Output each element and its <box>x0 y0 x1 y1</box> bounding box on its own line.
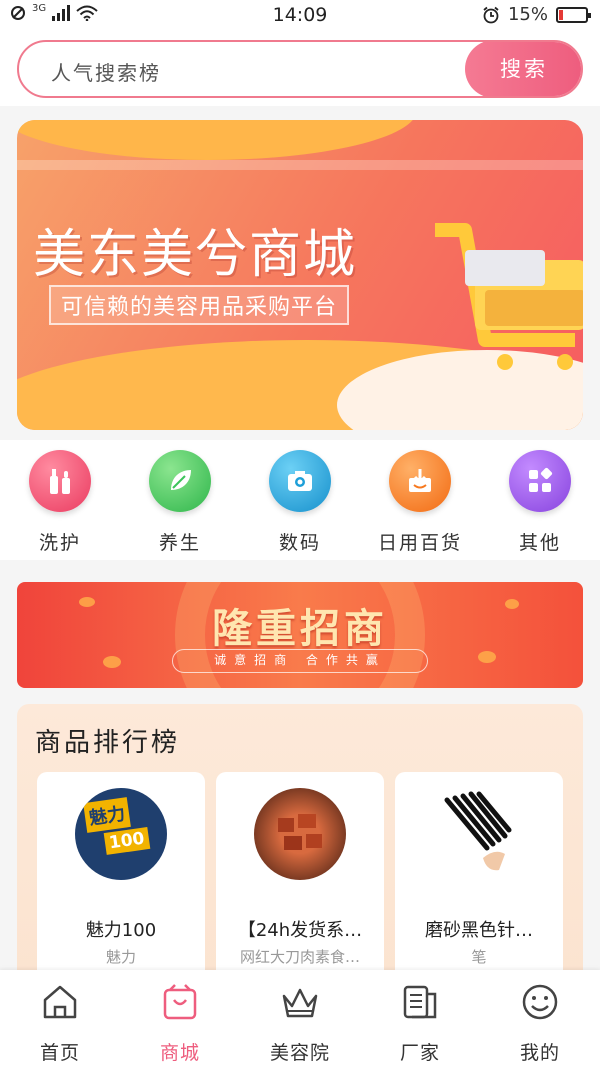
promo-subtitle: 诚意招商 合作共赢 <box>172 649 428 673</box>
banner-title: 美东美兮商城 <box>33 225 358 285</box>
banner-decoration <box>17 120 417 160</box>
banner-subtitle: 可信赖的美容用品采购平台 <box>49 285 350 325</box>
shopping-cart-icon <box>435 223 583 370</box>
product-thumbnail <box>254 788 346 880</box>
search-input[interactable]: 人气搜索榜 搜索 <box>17 40 583 98</box>
hero-banner[interactable]: 美东美兮商城 可信赖的美容用品采购平台 <box>17 120 583 430</box>
promo-banner[interactable]: 隆重招商 诚意招商 合作共赢 <box>17 582 583 688</box>
product-name: 磨砂黑色针… <box>425 920 533 941</box>
alarm-icon <box>483 6 499 23</box>
category-daily-goods[interactable]: 日用百货 <box>360 450 480 555</box>
home-icon <box>43 985 77 1019</box>
tab-label: 首页 <box>39 1042 80 1064</box>
bottom-tab-bar: 首页 商城 美容院 厂家 我的 <box>0 970 600 1067</box>
product-thumbnail <box>433 788 525 880</box>
tab-label: 厂家 <box>399 1042 440 1064</box>
category-label: 洗护 <box>38 532 81 554</box>
shopping-bag-icon <box>163 984 197 1020</box>
tab-label: 我的 <box>519 1042 560 1064</box>
category-label: 数码 <box>278 532 321 554</box>
tab-mall[interactable]: 商城 <box>120 982 240 1065</box>
product-thumbnail: 魅力 100 <box>75 788 167 880</box>
tab-profile[interactable]: 我的 <box>480 982 600 1065</box>
search-button[interactable]: 搜索 <box>465 42 581 96</box>
product-card[interactable]: 磨砂黑色针… 笔 <box>395 772 563 1002</box>
battery-icon <box>556 6 591 23</box>
tab-label: 商城 <box>159 1042 200 1064</box>
thumb-badge: 魅力 <box>83 797 131 833</box>
promo-title: 隆重招商 <box>212 606 388 652</box>
product-desc: 笔 <box>471 948 487 966</box>
category-wash-care[interactable]: 洗护 <box>0 450 120 555</box>
camera-icon <box>269 450 331 512</box>
grid-icon <box>509 450 571 512</box>
category-health[interactable]: 养生 <box>120 450 240 555</box>
status-bar: 3G 14:09 15% <box>0 0 600 30</box>
inbox-icon <box>389 450 451 512</box>
product-desc: 魅力 <box>105 948 136 966</box>
category-label: 日用百货 <box>377 532 462 554</box>
battery-percent: 15% <box>507 4 548 25</box>
leaf-icon <box>149 450 211 512</box>
tab-home[interactable]: 首页 <box>0 982 120 1065</box>
document-icon <box>403 985 437 1019</box>
tab-label: 美容院 <box>269 1042 330 1064</box>
thumb-badge-number: 100 <box>103 827 150 855</box>
category-digital[interactable]: 数码 <box>240 450 360 555</box>
product-card[interactable]: 【24h发货系… 网红大刀肉素食… <box>216 772 384 1002</box>
product-desc: 网红大刀肉素食… <box>239 948 360 966</box>
cosmetics-icon <box>29 450 91 512</box>
banner-stripe <box>17 160 583 170</box>
search-placeholder: 人气搜索榜 <box>51 61 161 85</box>
smiley-icon <box>522 984 558 1020</box>
search-area: 人气搜索榜 搜索 <box>0 30 600 106</box>
tab-salon[interactable]: 美容院 <box>240 982 360 1065</box>
product-name: 魅力100 <box>85 920 157 941</box>
ranking-heading: 商品排行榜 <box>35 728 181 758</box>
product-card[interactable]: 魅力 100 魅力100 魅力 <box>37 772 205 1002</box>
product-name: 【24h发货系… <box>237 920 363 941</box>
crown-icon <box>282 988 318 1018</box>
category-row: 洗护 养生 数码 日用百货 其他 <box>0 440 600 560</box>
tab-manufacturer[interactable]: 厂家 <box>360 982 480 1065</box>
category-label: 其他 <box>518 532 561 554</box>
product-ranking: 商品排行榜 魅力 100 魅力100 魅力 【24h发货系… 网红大刀肉素食… … <box>17 704 583 1004</box>
battery-fill <box>559 9 564 20</box>
status-right: 15% <box>482 4 591 25</box>
category-label: 养生 <box>158 532 201 554</box>
category-others[interactable]: 其他 <box>480 450 600 555</box>
